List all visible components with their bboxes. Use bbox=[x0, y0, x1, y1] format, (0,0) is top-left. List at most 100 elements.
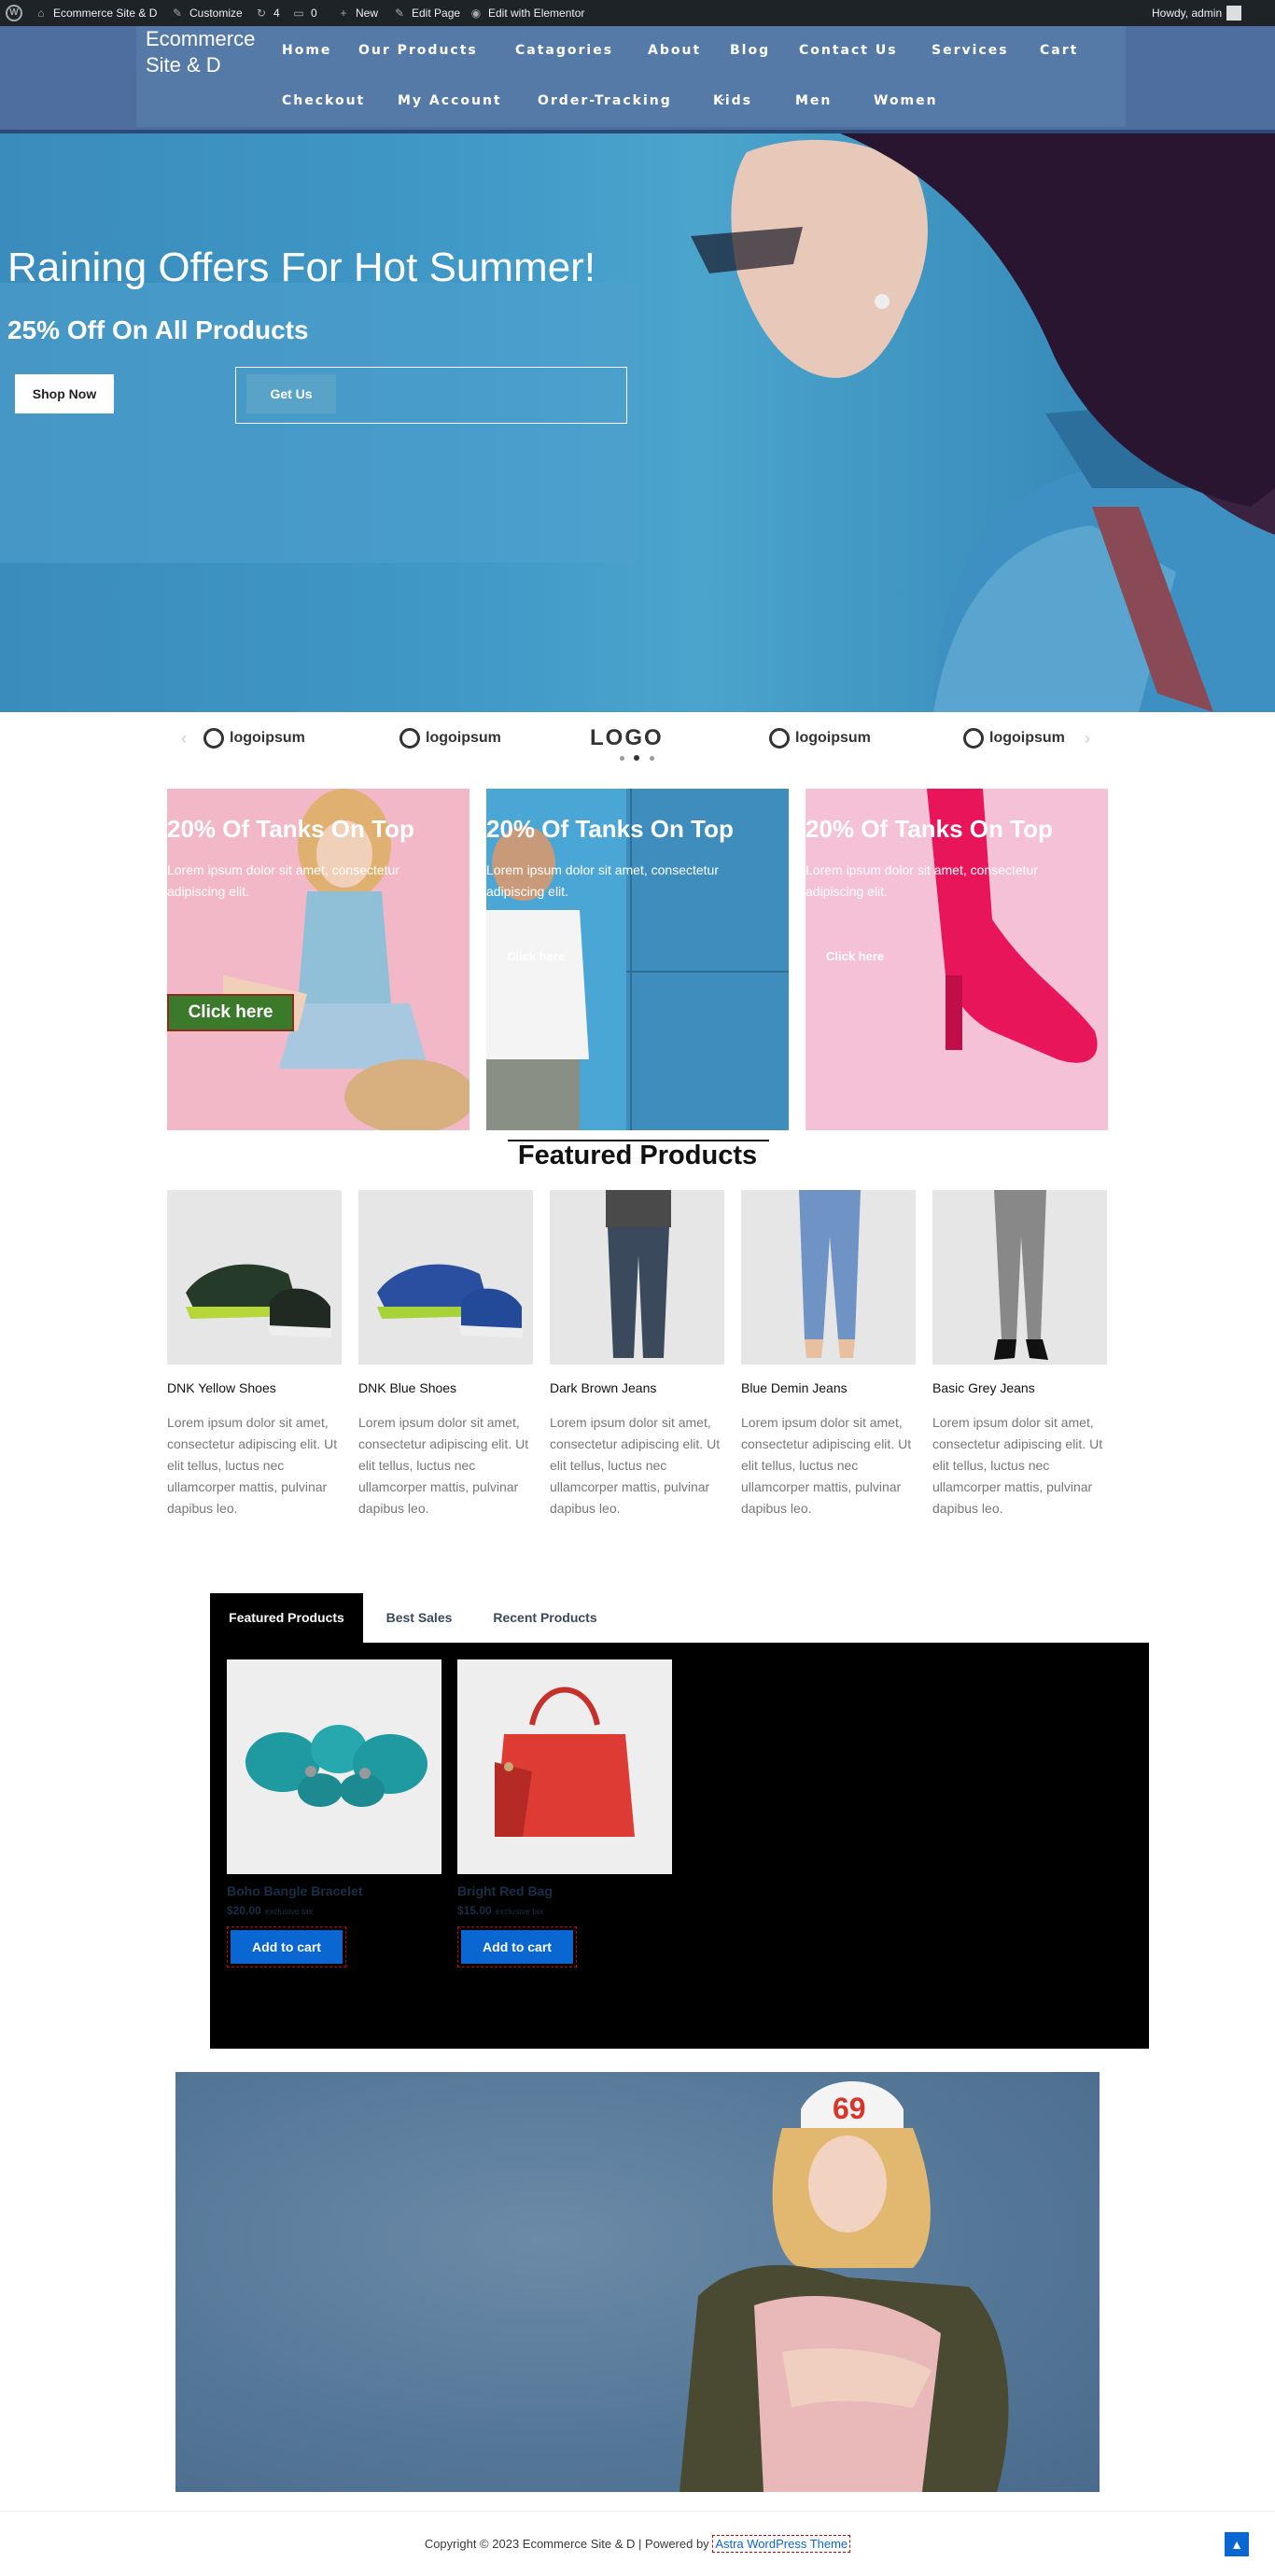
hero-section bbox=[0, 133, 1275, 712]
product-card[interactable]: Dark Brown Jeans Lorem ipsum dolor sit a… bbox=[550, 1190, 724, 1516]
comment-icon: ▭ bbox=[293, 7, 304, 20]
brand-logo: LOGO bbox=[590, 721, 664, 755]
product-image[interactable] bbox=[227, 1659, 441, 1874]
nav-home[interactable]: Home bbox=[282, 43, 331, 58]
promo-click-button[interactable]: Click here bbox=[167, 994, 294, 1031]
add-to-cart-button[interactable]: Add to cart bbox=[231, 1930, 343, 1964]
tab-best-sales[interactable]: Best Sales bbox=[363, 1593, 475, 1643]
product-image[interactable] bbox=[457, 1659, 672, 1874]
nav-about[interactable]: About bbox=[648, 43, 701, 58]
product-image[interactable] bbox=[550, 1190, 724, 1365]
banner-woman-image: 69 bbox=[680, 2081, 1009, 2492]
carousel-next-icon[interactable]: › bbox=[1085, 729, 1090, 749]
promo-click-link[interactable]: Click here bbox=[507, 949, 565, 963]
admin-bar-edit-page-label: Edit Page bbox=[412, 7, 461, 20]
copyright-text: Copyright © 2023 Ecommerce Site & D | Po… bbox=[424, 2537, 709, 2551]
promo-banner: 69 bbox=[175, 2072, 1100, 2492]
product-name[interactable]: Dark Brown Jeans bbox=[550, 1380, 656, 1395]
carousel-dot[interactable] bbox=[620, 756, 624, 761]
product-card[interactable]: DNK Blue Shoes Lorem ipsum dolor sit ame… bbox=[358, 1190, 533, 1516]
logo-mark-icon bbox=[399, 728, 420, 749]
nav-checkout[interactable]: Checkout bbox=[282, 93, 365, 108]
brand-logo-label: LOGO bbox=[590, 725, 664, 750]
header-inner bbox=[136, 26, 1126, 127]
wordpress-menu[interactable]: W bbox=[6, 0, 22, 26]
chevron-down-icon: ⌄ bbox=[719, 93, 729, 104]
jeans-image bbox=[799, 1190, 861, 1358]
add-to-cart-button[interactable]: Add to cart bbox=[461, 1930, 573, 1964]
brand-logo-label: logoipsum bbox=[989, 730, 1065, 746]
promo-text: Lorem ipsum dolor sit amet, consectetur … bbox=[806, 862, 1038, 899]
product-name[interactable]: Basic Grey Jeans bbox=[932, 1380, 1035, 1395]
admin-bar-elementor-label: Edit with Elementor bbox=[488, 7, 585, 20]
carousel-dot-active[interactable] bbox=[634, 755, 639, 761]
brand-logo-label: logoipsum bbox=[230, 730, 305, 746]
product-image[interactable] bbox=[932, 1190, 1107, 1365]
admin-bar-elementor[interactable]: ◉ Edit with Elementor bbox=[469, 0, 585, 26]
admin-bar-edit-page[interactable]: ✎ Edit Page bbox=[392, 0, 460, 26]
product-image[interactable] bbox=[167, 1190, 342, 1365]
admin-bar-account[interactable]: Howdy, admin bbox=[1152, 0, 1242, 26]
product-card[interactable]: Blue Demin Jeans Lorem ipsum dolor sit a… bbox=[741, 1190, 916, 1516]
nav-contact-us[interactable]: Contact Us bbox=[799, 43, 898, 58]
tab-recent-products[interactable]: Recent Products bbox=[475, 1593, 615, 1643]
brand-logo: logoipsum bbox=[963, 721, 1065, 755]
product-name[interactable]: DNK Blue Shoes bbox=[358, 1380, 456, 1395]
theme-link[interactable]: Astra WordPress Theme bbox=[712, 2535, 851, 2553]
product-price-value: $20.00 bbox=[227, 1904, 261, 1917]
admin-bar-updates[interactable]: ↻ 4 bbox=[254, 0, 280, 26]
nav-my-account[interactable]: My Account bbox=[398, 93, 502, 108]
product-card[interactable]: Basic Grey Jeans Lorem ipsum dolor sit a… bbox=[932, 1190, 1107, 1516]
shop-product[interactable]: Boho Bangle Bracelet $20.00 exclusive tax… bbox=[227, 1659, 441, 1967]
carousel-dot[interactable] bbox=[650, 756, 654, 761]
nav-catagories[interactable]: Catagories bbox=[515, 43, 613, 58]
get-us-button[interactable]: Get Us bbox=[246, 374, 336, 413]
scroll-to-top-icon[interactable]: ▲ bbox=[1225, 2532, 1249, 2556]
brand-logo-label: logoipsum bbox=[795, 730, 871, 746]
bag-image bbox=[495, 1687, 635, 1837]
product-image[interactable] bbox=[358, 1190, 533, 1365]
sneaker-image bbox=[377, 1264, 523, 1337]
product-name[interactable]: DNK Yellow Shoes bbox=[167, 1380, 276, 1395]
admin-bar-customize[interactable]: ✎ Customize bbox=[170, 0, 243, 26]
nav-our-products[interactable]: Our Products bbox=[358, 43, 478, 58]
product-name[interactable]: Blue Demin Jeans bbox=[741, 1380, 848, 1395]
admin-bar-comments[interactable]: ▭ 0 bbox=[291, 0, 316, 26]
bracelet-image bbox=[245, 1725, 427, 1807]
product-image[interactable] bbox=[741, 1190, 916, 1365]
promo-text: Lorem ipsum dolor sit amet, consectetur … bbox=[167, 862, 399, 899]
product-desc: Lorem ipsum dolor sit amet, consectetur … bbox=[358, 1415, 529, 1516]
add-to-cart-frame: Add to cart bbox=[457, 1926, 577, 1967]
site-title[interactable]: Ecommerce Site & D bbox=[146, 26, 256, 78]
brand-logo: logoipsum bbox=[399, 721, 501, 755]
chevron-down-icon: ⌄ bbox=[879, 93, 890, 104]
promo-click-link[interactable]: Click here bbox=[826, 949, 884, 963]
carousel-prev-icon[interactable]: ‹ bbox=[181, 729, 187, 749]
nav-cart[interactable]: Cart bbox=[1040, 43, 1078, 58]
plus-icon: + bbox=[340, 7, 347, 20]
promo-title: 20% Of Tanks On Top bbox=[486, 815, 734, 843]
hero-woman-image bbox=[691, 133, 1275, 712]
shop-now-button[interactable]: Shop Now bbox=[15, 374, 114, 413]
product-desc: Lorem ipsum dolor sit amet, consectetur … bbox=[167, 1415, 338, 1516]
wordpress-logo-icon: W bbox=[6, 5, 22, 21]
home-icon: ⌂ bbox=[37, 7, 45, 20]
nav-order-tracking[interactable]: Order-Tracking bbox=[538, 93, 672, 108]
product-tax-note: exclusive tax bbox=[264, 1907, 314, 1916]
chevron-down-icon: ⌄ bbox=[801, 93, 811, 104]
site-footer: Copyright © 2023 Ecommerce Site & D | Po… bbox=[0, 2511, 1275, 2576]
tab-featured-products[interactable]: Featured Products bbox=[210, 1593, 363, 1643]
admin-bar-new[interactable]: + New bbox=[336, 0, 378, 26]
product-name[interactable]: Boho Bangle Bracelet bbox=[227, 1883, 362, 1898]
admin-bar-site[interactable]: ⌂ Ecommerce Site & D bbox=[34, 0, 157, 26]
brand-logo: logoipsum bbox=[769, 721, 871, 755]
sneaker-image bbox=[186, 1264, 331, 1337]
shop-product[interactable]: Bright Red Bag $15.00 exclusive tax Add t… bbox=[457, 1659, 672, 1967]
nav-blog[interactable]: Blog bbox=[730, 43, 770, 58]
logo-mark-icon bbox=[963, 728, 984, 749]
nav-services[interactable]: Services bbox=[932, 43, 1009, 58]
product-name[interactable]: Bright Red Bag bbox=[457, 1883, 553, 1898]
promo-card-3: 20% Of Tanks On Top Lorem ipsum dolor si… bbox=[806, 789, 1108, 1130]
tab-panel: Boho Bangle Bracelet $20.00 exclusive tax… bbox=[210, 1643, 1149, 2049]
product-card[interactable]: DNK Yellow Shoes Lorem ipsum dolor sit a… bbox=[167, 1190, 342, 1516]
